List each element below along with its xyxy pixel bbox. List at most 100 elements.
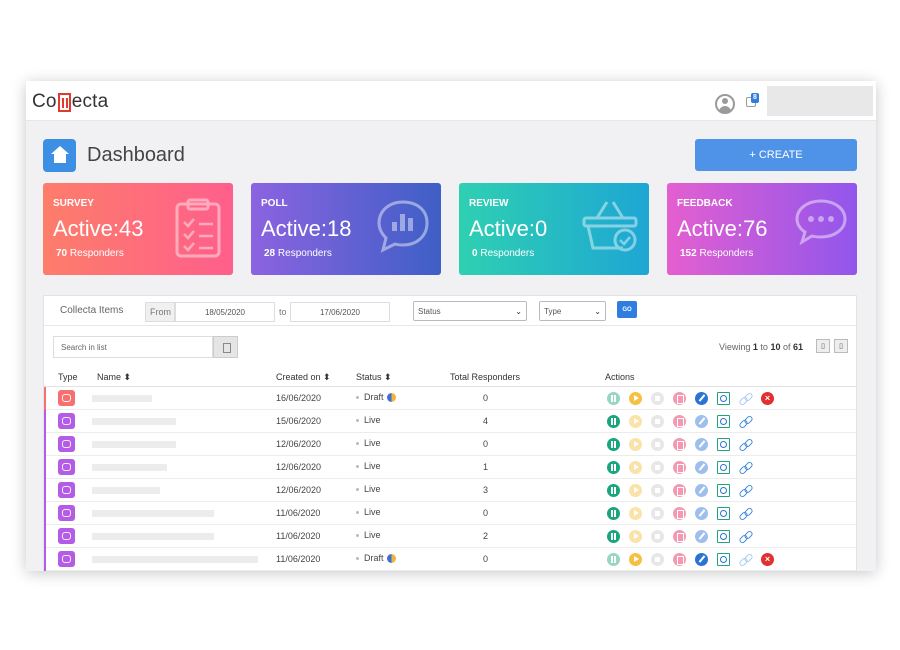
link-icon[interactable] (739, 438, 752, 451)
play-icon[interactable] (629, 438, 642, 451)
table-row[interactable]: 11/06/2020 Live 2 (44, 525, 856, 548)
item-name[interactable] (92, 533, 214, 540)
stop-icon[interactable] (651, 438, 664, 451)
stop-icon[interactable] (651, 484, 664, 497)
stop-icon[interactable] (651, 392, 664, 405)
report-icon[interactable] (717, 553, 730, 566)
profile-menu[interactable] (767, 86, 873, 116)
stop-icon[interactable] (651, 553, 664, 566)
copy-icon[interactable] (673, 438, 686, 451)
edit-icon[interactable] (695, 392, 708, 405)
play-icon[interactable] (629, 415, 642, 428)
poll-card[interactable]: POLL Active:18 28 Responders (251, 183, 441, 275)
copy-icon[interactable] (673, 392, 686, 405)
to-date-input[interactable]: 17/06/2020 (290, 302, 390, 322)
from-date-input[interactable]: 18/05/2020 (175, 302, 275, 322)
feedback-card[interactable]: FEEDBACK Active:76 152 Responders (667, 183, 857, 275)
copy-icon[interactable] (673, 553, 686, 566)
status-select[interactable]: Status ⌄ (413, 301, 527, 321)
pause-icon[interactable] (607, 530, 620, 543)
edit-icon[interactable] (695, 438, 708, 451)
header-created[interactable]: Created on ⬍ (276, 372, 331, 383)
report-icon[interactable] (717, 392, 730, 405)
item-name[interactable] (92, 418, 176, 425)
copy-icon[interactable] (673, 415, 686, 428)
survey-card[interactable]: SURVEY Active:43 70 Responders (43, 183, 233, 275)
stop-icon[interactable] (651, 415, 664, 428)
link-icon[interactable] (739, 484, 752, 497)
responders-count: 1 (483, 462, 489, 472)
play-icon[interactable] (629, 553, 642, 566)
header-name[interactable]: Name ⬍ (97, 372, 131, 383)
pause-icon[interactable] (607, 553, 620, 566)
copy-icon[interactable] (673, 530, 686, 543)
search-icon[interactable] (213, 336, 238, 358)
next-page-button[interactable]: ▯ (834, 339, 848, 353)
review-card[interactable]: REVIEW Active:0 0 Responders (459, 183, 649, 275)
search-input[interactable]: Search in list (53, 336, 213, 358)
report-icon[interactable] (717, 415, 730, 428)
item-name[interactable] (92, 487, 160, 494)
item-name[interactable] (92, 395, 152, 402)
item-name[interactable] (92, 441, 176, 448)
edit-icon[interactable] (695, 530, 708, 543)
card-responders: 28 Responders (264, 248, 332, 259)
item-name[interactable] (92, 510, 214, 517)
table-row[interactable]: 11/06/2020 Live 0 (44, 502, 856, 525)
pause-icon[interactable] (607, 461, 620, 474)
logo[interactable]: Co ecta (32, 91, 108, 113)
type-select[interactable]: Type ⌄ (539, 301, 606, 321)
play-icon[interactable] (629, 530, 642, 543)
go-button[interactable]: GO (617, 301, 637, 318)
item-name[interactable] (92, 556, 258, 563)
prev-page-button[interactable]: ▯ (816, 339, 830, 353)
edit-icon[interactable] (695, 553, 708, 566)
copy-icon[interactable] (673, 507, 686, 520)
report-icon[interactable] (717, 438, 730, 451)
edit-icon[interactable] (695, 415, 708, 428)
home-icon[interactable] (43, 139, 76, 172)
link-icon[interactable] (739, 553, 752, 566)
link-icon[interactable] (739, 507, 752, 520)
report-icon[interactable] (717, 461, 730, 474)
link-icon[interactable] (739, 392, 752, 405)
play-icon[interactable] (629, 484, 642, 497)
edit-icon[interactable] (695, 484, 708, 497)
table-row[interactable]: 11/06/2020 Draft 0 × (44, 548, 856, 571)
stop-icon[interactable] (651, 507, 664, 520)
logo-mark-icon (57, 92, 71, 112)
edit-icon[interactable] (695, 507, 708, 520)
play-icon[interactable] (629, 392, 642, 405)
stop-icon[interactable] (651, 461, 664, 474)
status-dot (356, 556, 359, 560)
report-icon[interactable] (717, 507, 730, 520)
speech-bubbles-icon (795, 199, 847, 246)
pause-icon[interactable] (607, 484, 620, 497)
table-row[interactable]: 15/06/2020 Live 4 (44, 410, 856, 433)
link-icon[interactable] (739, 415, 752, 428)
edit-icon[interactable] (695, 461, 708, 474)
table-row[interactable]: 16/06/2020 Draft 0 × (44, 387, 856, 410)
report-icon[interactable] (717, 530, 730, 543)
link-icon[interactable] (739, 461, 752, 474)
create-button[interactable]: + CREATE (695, 139, 857, 171)
pause-icon[interactable] (607, 392, 620, 405)
table-row[interactable]: 12/06/2020 Live 0 (44, 433, 856, 456)
pause-icon[interactable] (607, 415, 620, 428)
link-icon[interactable] (739, 530, 752, 543)
delete-icon[interactable]: × (761, 553, 774, 566)
delete-icon[interactable]: × (761, 392, 774, 405)
report-icon[interactable] (717, 484, 730, 497)
header-status[interactable]: Status ⬍ (356, 372, 392, 383)
copy-icon[interactable] (673, 461, 686, 474)
pause-icon[interactable] (607, 507, 620, 520)
pause-icon[interactable] (607, 438, 620, 451)
table-row[interactable]: 12/06/2020 Live 1 (44, 456, 856, 479)
play-icon[interactable] (629, 461, 642, 474)
stop-icon[interactable] (651, 530, 664, 543)
copy-icon[interactable] (673, 484, 686, 497)
play-icon[interactable] (629, 507, 642, 520)
table-row[interactable]: 12/06/2020 Live 3 (44, 479, 856, 502)
user-icon[interactable] (715, 94, 735, 114)
item-name[interactable] (92, 464, 167, 471)
